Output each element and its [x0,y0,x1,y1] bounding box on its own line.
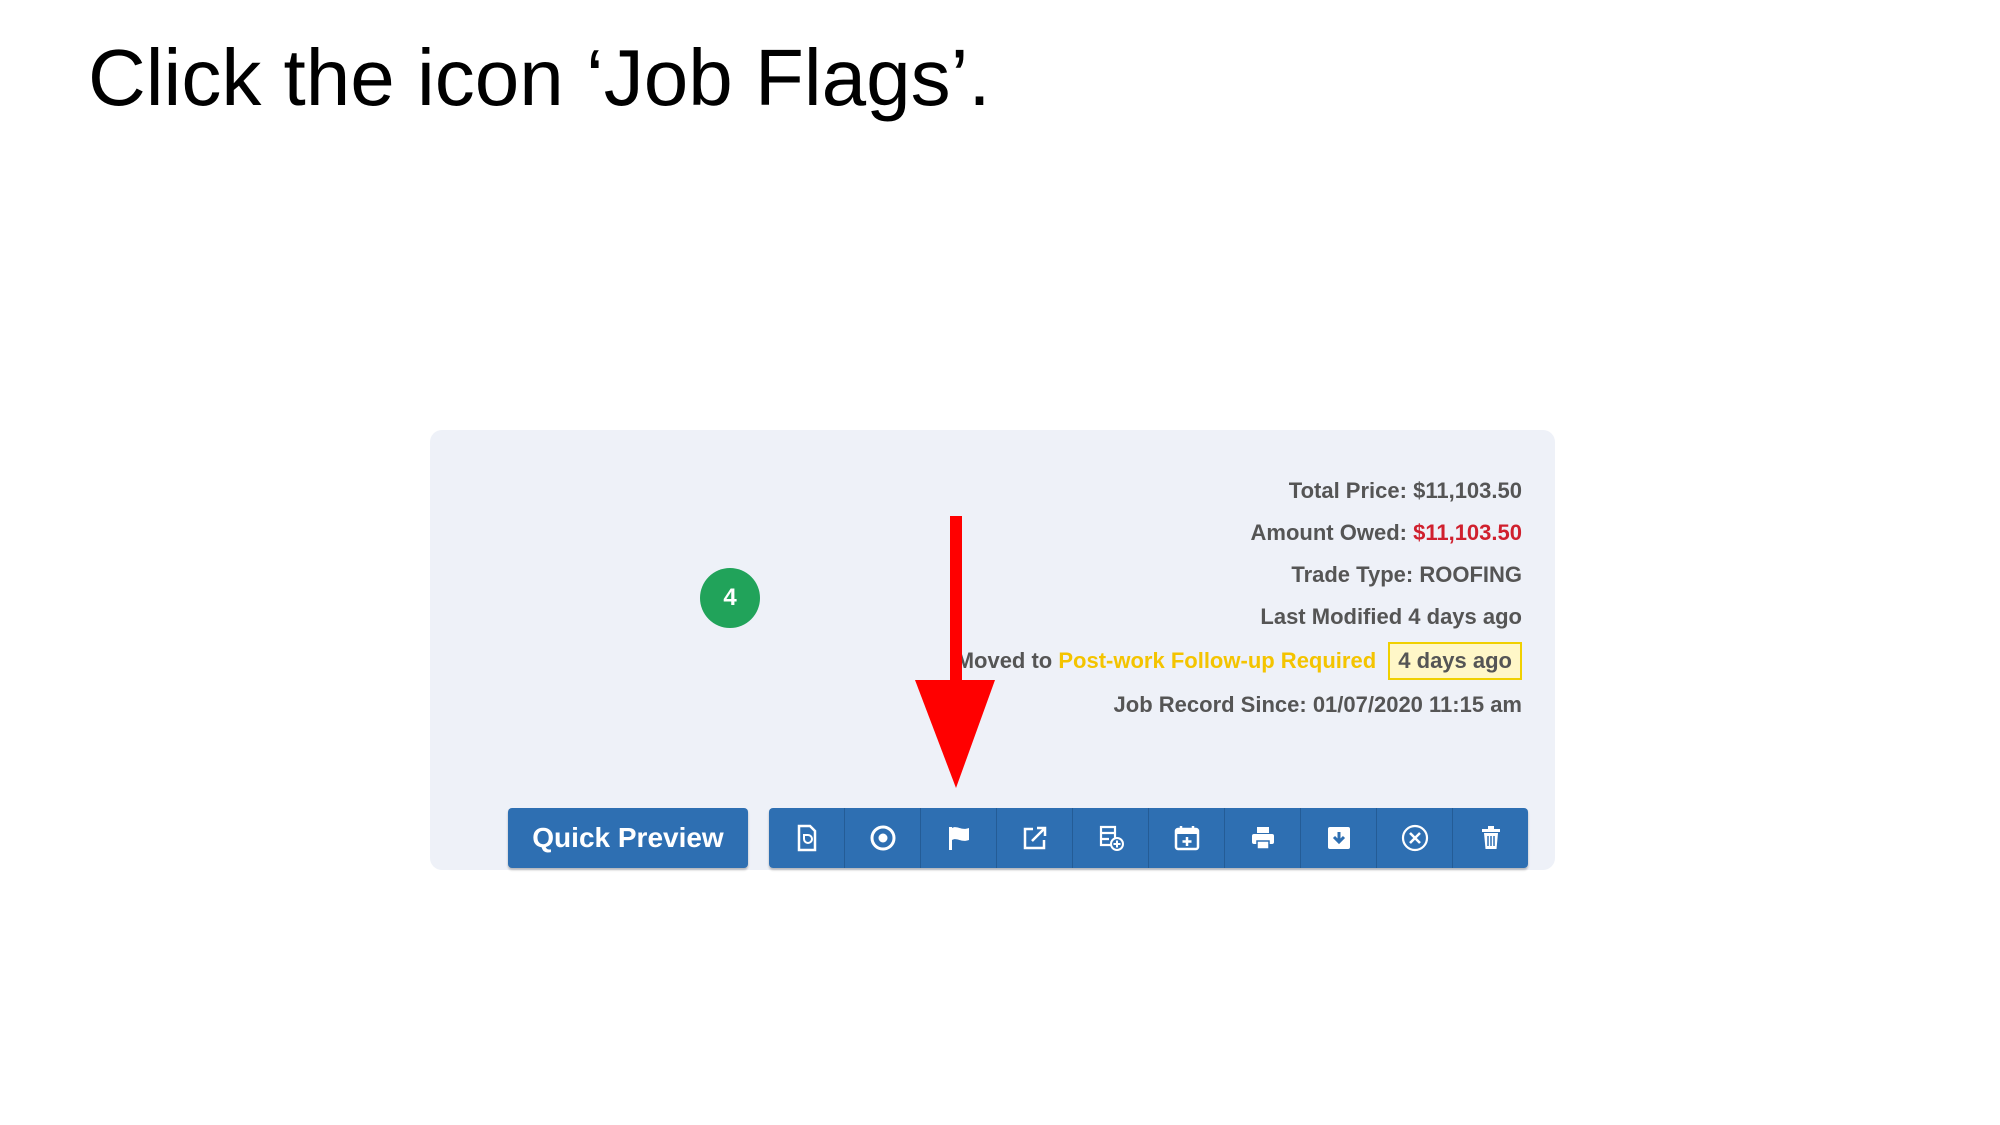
flag-icon [948,827,969,850]
add-calendar-button[interactable] [1149,808,1225,868]
calendar-add-icon [1174,826,1199,851]
trade-type-label: Trade Type: [1291,562,1414,587]
amount-owed-value: $11,103.50 [1413,520,1522,545]
target-button[interactable] [845,808,921,868]
tools-button[interactable] [1377,808,1453,868]
print-button[interactable] [1225,808,1301,868]
job-actions-toolbar [769,808,1528,868]
add-table-button[interactable] [1073,808,1149,868]
stage-count-badge: 4 [700,568,760,628]
job-info: Total Price: $11,103.50 Amount Owed: $11… [956,470,1522,726]
external-link-icon [1023,826,1046,850]
print-icon [1251,827,1274,850]
moved-time-badge: 4 days ago [1388,642,1522,680]
documents-button[interactable] [769,808,845,868]
quick-preview-button[interactable]: Quick Preview [508,808,748,868]
circle-target-icon [870,825,895,851]
archive-icon [1327,827,1350,849]
document-icon [797,824,816,852]
open-external-button[interactable] [997,808,1073,868]
trade-type-value: ROOFING [1419,562,1522,587]
red-arrow-pointer [915,516,995,788]
moved-stage-link[interactable]: Post-work Follow-up Required [1058,648,1376,673]
moved-row: Moved to Post-work Follow-up Required 4 … [956,638,1522,684]
trade-type-row: Trade Type: ROOFING [956,554,1522,596]
total-price-value: $11,103.50 [1413,478,1522,503]
archive-button[interactable] [1301,808,1377,868]
total-price-label: Total Price: [1288,478,1407,503]
tools-icon [1401,824,1428,852]
delete-button[interactable] [1453,808,1528,868]
total-price-row: Total Price: $11,103.50 [956,470,1522,512]
record-since: Job Record Since: 01/07/2020 11:15 am [1113,692,1522,717]
table-add-icon [1099,825,1124,851]
instruction-text: Click the icon ‘Job Flags’. [88,33,991,122]
trash-icon [1481,826,1500,849]
amount-owed-label: Amount Owed: [1250,520,1407,545]
amount-owed-row: Amount Owed: $11,103.50 [956,512,1522,554]
last-modified: Last Modified 4 days ago [1260,604,1522,629]
job-flags-button[interactable] [921,808,997,868]
